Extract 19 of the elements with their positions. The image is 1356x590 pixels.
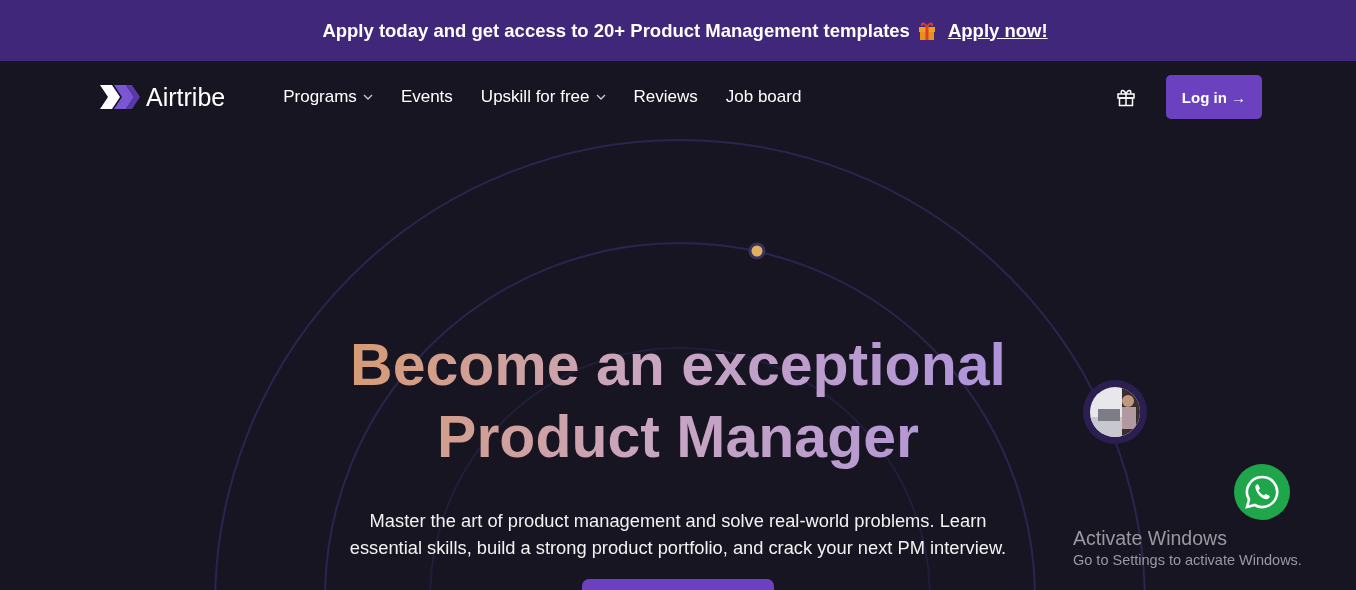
orbit-dot: [748, 242, 766, 260]
nav-link[interactable]: Events: [390, 83, 463, 111]
chevron-down-icon: [595, 94, 606, 100]
nav-dropdown[interactable]: Upskill for free: [470, 83, 616, 111]
whatsapp-icon[interactable]: [1234, 464, 1290, 520]
apply-now-link[interactable]: Apply now!: [947, 19, 1048, 42]
gift-icon[interactable]: [1115, 87, 1136, 107]
chevron-down-icon: [362, 94, 373, 100]
nav-dropdown[interactable]: Programs: [273, 83, 383, 111]
gift-icon: [917, 20, 936, 41]
logo-icon: [100, 85, 140, 109]
banner-text: Apply today and get access to 20+ Product Management templates: [322, 19, 910, 42]
hero-subtitle: Master the art of product management and solve real-world problems. Learn essential skills, build a strong product portfolio, and crack your next PM interview.: [348, 509, 1008, 560]
logo-text: Airtribe: [146, 82, 226, 112]
activation-title: Activate Windows: [1073, 526, 1228, 550]
login-button[interactable]: Log in →: [1165, 75, 1262, 119]
activation-text: Go to Settings to activate Windows.: [1073, 551, 1302, 570]
nav-link[interactable]: Job board: [715, 83, 812, 111]
nav-link[interactable]: Reviews: [623, 83, 708, 111]
